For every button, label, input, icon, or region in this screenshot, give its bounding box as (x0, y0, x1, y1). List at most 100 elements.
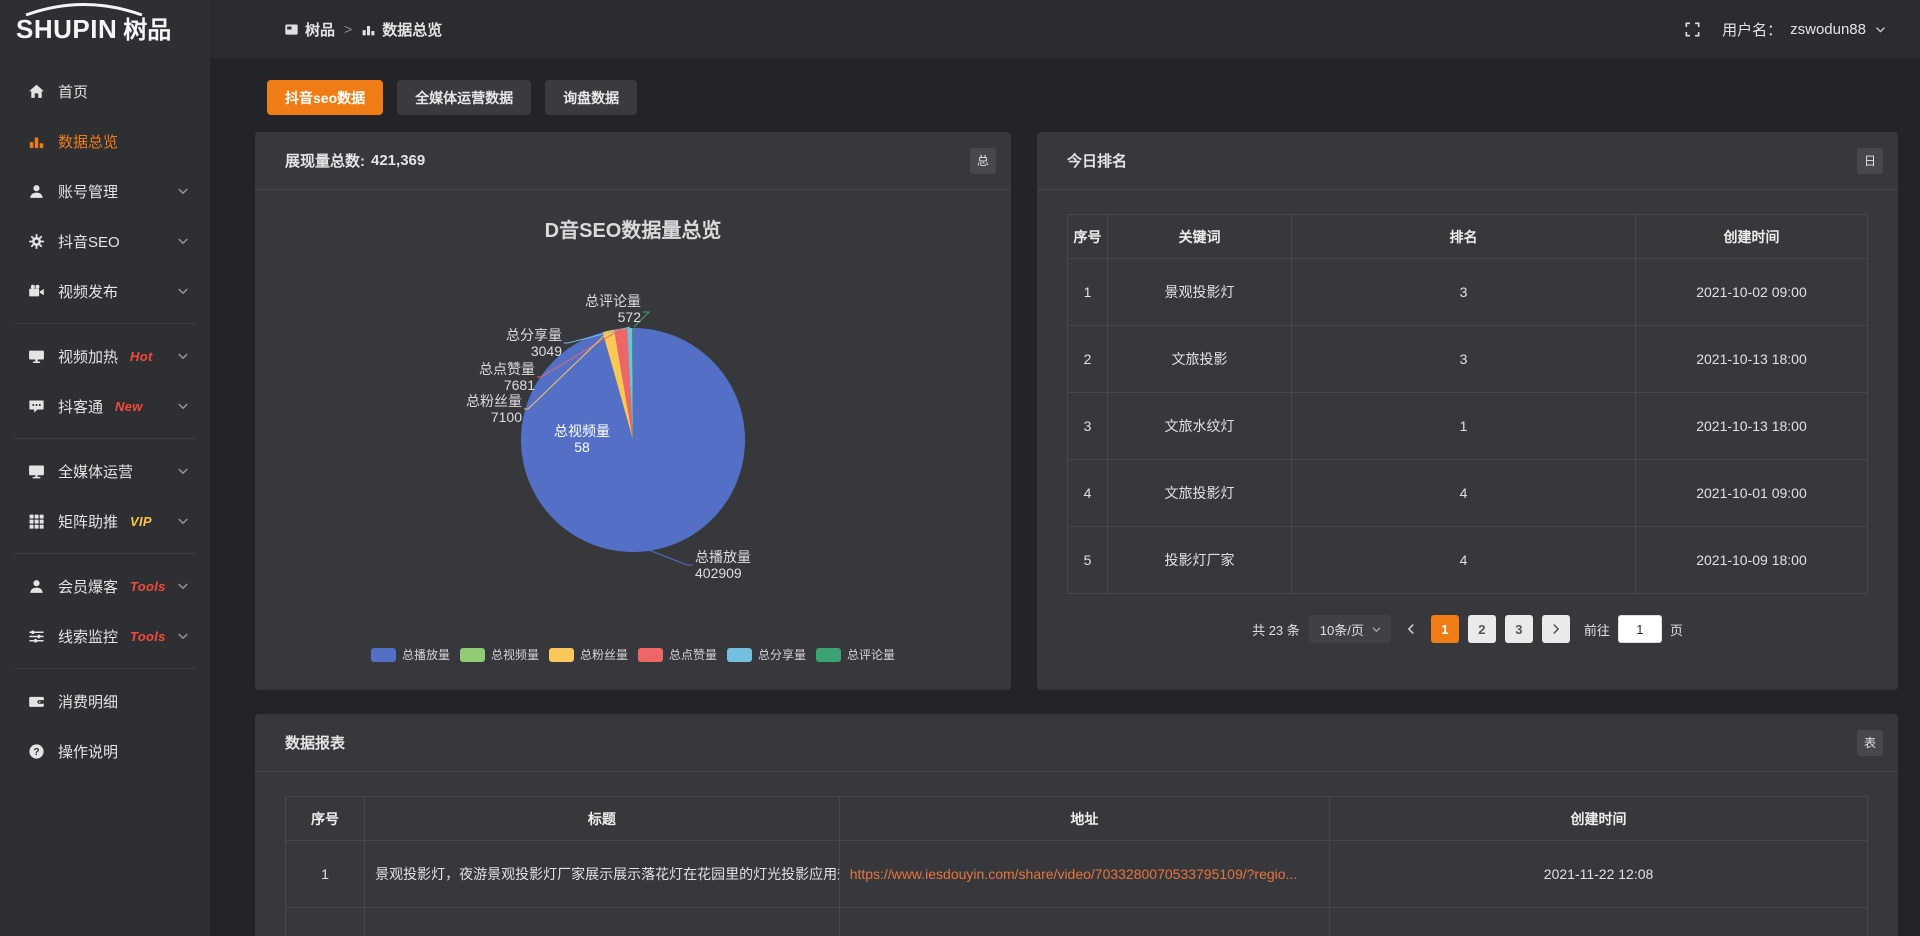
prev-page-button[interactable] (1400, 615, 1422, 643)
page-size-select[interactable]: 10条/页 (1309, 615, 1391, 643)
legend-item[interactable]: 总点赞量 (638, 646, 717, 663)
legend-swatch (371, 648, 396, 662)
table-header-row: 序号关键词排名创建时间 (1068, 215, 1868, 259)
table-cell: 文旅投影 (1108, 326, 1292, 393)
ranking-corner-badge[interactable]: 日 (1857, 148, 1883, 174)
sliders-icon (28, 628, 45, 645)
username[interactable]: zswodun88 (1790, 21, 1866, 38)
sidebar-item-screen[interactable]: 视频加热Hot (0, 331, 210, 381)
page-size-value: 10条/页 (1320, 620, 1364, 639)
table-row: 1景观投影灯，夜游景观投影灯厂家展示展示落花灯在花园里的灯光投影应用效果 # ht… (286, 841, 1868, 908)
report-link[interactable]: https://www.iesdouyin.com/share/video/70… (850, 866, 1298, 882)
topbar-right: 用户名： zswodun88 (1684, 19, 1887, 40)
next-page-button[interactable] (1542, 615, 1570, 643)
topbar: 树品 > 数据总览 用户名： zswodun88 (210, 0, 1920, 58)
column-header: 关键词 (1108, 215, 1292, 259)
sidebar-item-bar-chart[interactable]: 数据总览 (0, 116, 210, 166)
chevron-down-icon (176, 399, 190, 413)
chevron-down-icon[interactable] (1874, 23, 1887, 36)
legend-item[interactable]: 总评论量 (816, 646, 895, 663)
nav-badge: Hot (130, 349, 153, 364)
question-icon: ? (28, 743, 45, 760)
pie-label-name: 总分享量 (506, 327, 562, 343)
report-corner-badge[interactable]: 表 (1857, 730, 1883, 756)
gear-icon (28, 233, 45, 250)
logo-text-en: SHUPIN (16, 16, 117, 42)
table-cell: 1 (1292, 393, 1636, 460)
legend-item[interactable]: 总视频量 (460, 646, 539, 663)
main-content: 抖音seo数据全媒体运营数据询盘数据 展现量总数: 421,369 总 D音SE… (210, 58, 1920, 936)
page-button-2[interactable]: 2 (1468, 615, 1496, 643)
member-icon (28, 578, 45, 595)
chat-icon (28, 398, 45, 415)
report-url-cell: https://www.iesdouyin.com/share/video/70… (839, 841, 1329, 908)
sidebar-item-label: 消费明细 (58, 691, 118, 712)
screen-icon (28, 348, 45, 365)
overview-corner-badge[interactable]: 总 (970, 148, 996, 174)
sidebar-item-wallet[interactable]: 消费明细 (0, 676, 210, 726)
breadcrumb-separator: > (344, 21, 352, 37)
nav-badge: New (115, 399, 143, 414)
sidebar-item-sliders[interactable]: 线索监控Tools (0, 611, 210, 661)
report-title-cell: 景观投影灯，夜游景观投影灯厂家展示展示落花灯在花园里的灯光投影应用效果 # (365, 841, 840, 908)
breadcrumb-label: 树品 (305, 19, 335, 40)
sidebar-item-chat[interactable]: 抖客通New (0, 381, 210, 431)
table-cell: 景观投影灯 (1108, 259, 1292, 326)
sidebar-nav: 首页数据总览账号管理抖音SEO视频发布视频加热Hot抖客通New 全媒体运营矩阵助… (0, 58, 210, 776)
page-button-3[interactable]: 3 (1505, 615, 1533, 643)
ranking-card: 今日排名 日 序号关键词排名创建时间 1景观投影灯32021-10-02 09:… (1037, 132, 1898, 690)
sidebar-item-question[interactable]: ?操作说明 (0, 726, 210, 776)
table-cell: 1 (1068, 259, 1108, 326)
sidebar-item-grid[interactable]: 矩阵助推VIP (0, 496, 210, 546)
legend-item[interactable]: 总播放量 (371, 646, 450, 663)
nav-divider (14, 323, 196, 324)
sidebar-item-gear[interactable]: 抖音SEO (0, 216, 210, 266)
video-camera-icon (28, 283, 45, 300)
sidebar-item-home[interactable]: 首页 (0, 66, 210, 116)
table-row: 5投影灯厂家42021-10-09 18:00 (1068, 527, 1868, 594)
table-cell: 2021-10-13 18:00 (1636, 393, 1868, 460)
pie-label: 总分享量3049 (506, 327, 562, 359)
sidebar-item-user[interactable]: 账号管理 (0, 166, 210, 216)
legend-item[interactable]: 总分享量 (727, 646, 806, 663)
tab-1[interactable]: 抖音seo数据 (267, 80, 383, 115)
table-cell: 3 (1292, 259, 1636, 326)
overview-total-value: 421,369 (371, 152, 425, 169)
sidebar-item-video-camera[interactable]: 视频发布 (0, 266, 210, 316)
sidebar-item-label: 会员爆客 (58, 576, 118, 597)
table-cell: 4 (1292, 460, 1636, 527)
goto-page-input[interactable] (1618, 615, 1662, 643)
page-button-1[interactable]: 1 (1431, 615, 1459, 643)
pie-label-value: 58 (532, 439, 632, 455)
column-header: 创建时间 (1636, 215, 1868, 259)
report-table: 序号标题地址创建时间 1景观投影灯，夜游景观投影灯厂家展示展示落花灯在花园里的灯… (285, 796, 1868, 936)
chevron-down-icon (176, 184, 190, 198)
tab-3[interactable]: 询盘数据 (545, 80, 637, 115)
sidebar-item-label: 线索监控 (58, 626, 118, 647)
chevron-down-icon (176, 284, 190, 298)
nav-divider (14, 553, 196, 554)
pagination: 共 23 条 10条/页 123 (1037, 615, 1898, 643)
tab-2[interactable]: 全媒体运营数据 (397, 80, 531, 115)
page-number-list: 123 (1431, 615, 1533, 643)
overview-total-label: 展现量总数: (285, 150, 365, 171)
breadcrumb-item[interactable]: 树品 (284, 19, 335, 40)
pie-label: 总点赞量7681 (479, 361, 535, 393)
table-header-row: 序号标题地址创建时间 (286, 797, 1868, 841)
table-cell: 投影灯厂家 (1108, 527, 1292, 594)
pie-chart-canvas[interactable] (255, 190, 1011, 689)
table-cell: 1 (286, 841, 365, 908)
pie-label-name: 总粉丝量 (466, 393, 522, 409)
sidebar-item-monitor[interactable]: 全媒体运营 (0, 446, 210, 496)
table-cell: 4 (1292, 527, 1636, 594)
sidebar-item-member[interactable]: 会员爆客Tools (0, 561, 210, 611)
pie-label-name: 总播放量 (695, 549, 751, 565)
app-icon (284, 22, 299, 37)
user-icon (28, 183, 45, 200)
logo[interactable]: SHUPIN 树品 (0, 0, 210, 58)
column-header: 标题 (365, 797, 840, 841)
table-cell: 2 (1068, 326, 1108, 393)
fullscreen-icon[interactable] (1684, 21, 1701, 38)
legend-item[interactable]: 总粉丝量 (549, 646, 628, 663)
breadcrumb-item[interactable]: 数据总览 (361, 19, 442, 40)
